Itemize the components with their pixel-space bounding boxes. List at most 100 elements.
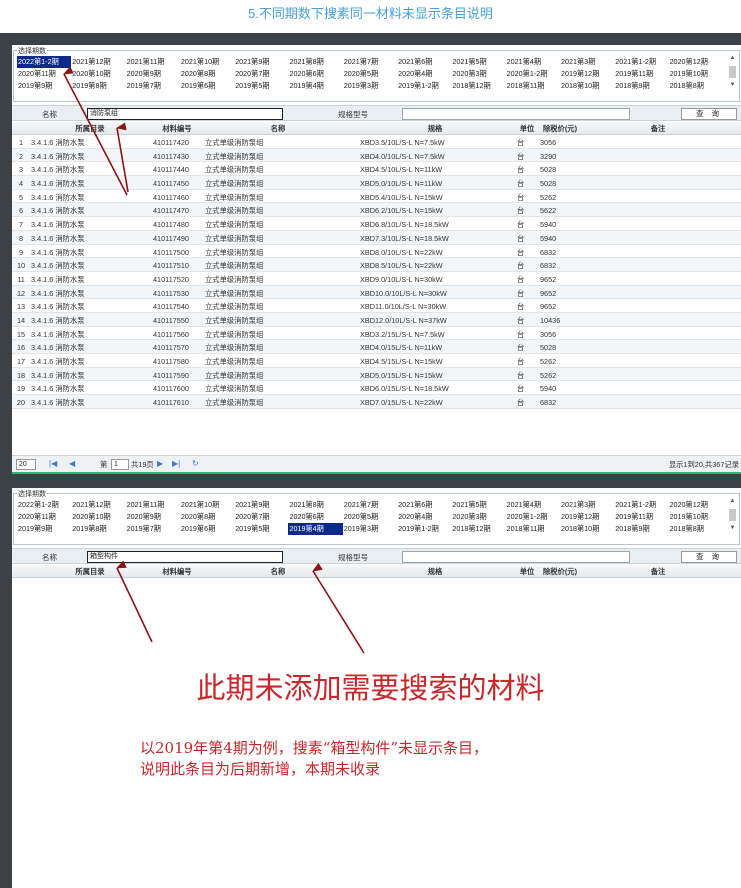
period-option[interactable]: 2022第1-2期 (17, 499, 71, 511)
spec-input[interactable] (402, 551, 630, 563)
period-option[interactable]: 2021第6期 (397, 56, 451, 68)
period-option[interactable]: 2020第8期 (180, 68, 234, 80)
period-option[interactable]: 2020第11期 (17, 511, 71, 523)
col-price-header[interactable]: 除税价(元) (540, 567, 580, 577)
col-name-header[interactable]: 名称 (205, 567, 351, 577)
period-option[interactable]: 2020第7期 (234, 68, 288, 80)
table-row[interactable]: 9 3.4.1.6 消防水泵 410117500 立式单级消防泵组 XBD8.0/10L… (12, 245, 741, 259)
period-option[interactable]: 2021第10期 (180, 56, 234, 68)
table-row[interactable]: 19 3.4.1.6 消防水泵 410117600 立式单级消防泵组 XBD6.0/15… (12, 381, 741, 396)
period-option[interactable]: 2019第5期 (234, 523, 288, 535)
period-option[interactable]: 2020第12期 (669, 56, 723, 68)
period-option[interactable]: 2021第7期 (343, 499, 397, 511)
period-option[interactable]: 2020第3期 (451, 68, 505, 80)
table-row[interactable]: 16 3.4.1.6 消防水泵 410117570 立式单级消防泵组 XBD4.0/15… (12, 340, 741, 354)
search-button[interactable]: 查 询 (681, 551, 737, 563)
period-option[interactable]: 2020第11期 (17, 68, 71, 80)
period-option[interactable]: 2019第4期 (288, 80, 342, 92)
period-option[interactable]: 2019第7期 (126, 80, 180, 92)
period-option[interactable]: 2020第7期 (234, 511, 288, 523)
page-input[interactable]: 1 (111, 459, 129, 470)
period-option[interactable]: 2018第11期 (506, 80, 560, 92)
col-code-header[interactable]: 材料编号 (153, 567, 201, 577)
period-option[interactable]: 2019第8期 (71, 523, 125, 535)
period-option[interactable]: 2021第3期 (560, 499, 614, 511)
period-option[interactable]: 2019第1-2期 (397, 523, 451, 535)
period-option[interactable]: 2021第4期 (506, 56, 560, 68)
period-option[interactable]: 2018第8期 (669, 80, 723, 92)
period-option[interactable]: 2019第11期 (614, 511, 668, 523)
period-option[interactable]: 2019第12期 (560, 511, 614, 523)
period-option[interactable]: 2019第8期 (71, 80, 125, 92)
period-option[interactable]: 2019第4期 (288, 523, 343, 535)
period-option[interactable]: 2020第9期 (126, 68, 180, 80)
period-option[interactable]: 2019第10期 (669, 511, 723, 523)
period-option[interactable]: 2018第10期 (560, 523, 614, 535)
period-option[interactable]: 2021第1-2期 (614, 56, 668, 68)
table-row[interactable]: 18 3.4.1.6 消防水泵 410117590 立式单级消防泵组 XBD5.0/15… (12, 367, 741, 382)
period-option[interactable]: 2019第1-2期 (397, 80, 451, 92)
scroll-thumb[interactable] (729, 509, 736, 521)
period-option[interactable]: 2019第5期 (234, 80, 288, 92)
name-input[interactable]: 消防泵组 (87, 108, 283, 120)
period-option[interactable]: 2019第12期 (560, 68, 614, 80)
table-row[interactable]: 8 3.4.1.6 消防水泵 410117490 立式单级消防泵组 XBD7.3/10L… (12, 230, 741, 245)
period-option[interactable]: 2019第3期 (343, 523, 397, 535)
period-option[interactable]: 2021第8期 (288, 56, 342, 68)
period-option[interactable]: 2020第10期 (71, 68, 125, 80)
table-row[interactable]: 17 3.4.1.6 消防水泵 410117580 立式单级消防泵组 XBD4.5/15… (12, 354, 741, 368)
table-row[interactable]: 15 3.4.1.6 消防水泵 410117560 立式单级消防泵组 XBD3.2/15… (12, 327, 741, 341)
period-option[interactable]: 2021第9期 (234, 56, 288, 68)
period-option[interactable]: 2021第12期 (71, 499, 125, 511)
period-option[interactable]: 2021第5期 (451, 56, 505, 68)
period-option[interactable]: 2022第1-2期 (17, 56, 72, 68)
table-row[interactable]: 3 3.4.1.6 消防水泵 410117440 立式单级消防泵组 XBD4.5/10L… (12, 162, 741, 177)
period-option[interactable]: 2021第1-2期 (614, 499, 668, 511)
table-row[interactable]: 4 3.4.1.6 消防水泵 410117450 立式单级消防泵组 XBD5.0/10L… (12, 176, 741, 190)
period-option[interactable]: 2018第12期 (451, 523, 505, 535)
col-name-header[interactable]: 名称 (205, 124, 351, 134)
col-spec-header[interactable]: 规格 (360, 567, 510, 577)
col-price-header[interactable]: 除税价(元) (540, 124, 580, 134)
page-size-select[interactable]: 20 (16, 459, 36, 470)
period-option[interactable]: 2021第3期 (560, 56, 614, 68)
period-option[interactable]: 2018第8期 (669, 523, 723, 535)
col-category-header[interactable]: 所属目录 (31, 124, 149, 134)
period-option[interactable]: 2021第11期 (126, 56, 180, 68)
period-option[interactable]: 2021第6期 (397, 499, 451, 511)
col-note-header[interactable]: 备注 (583, 567, 733, 577)
period-option[interactable]: 2020第4期 (397, 511, 451, 523)
col-code-header[interactable]: 材料编号 (153, 124, 201, 134)
col-note-header[interactable]: 备注 (583, 124, 733, 134)
scroll-up-icon[interactable]: ▲ (728, 55, 737, 62)
table-row[interactable]: 12 3.4.1.6 消防水泵 410117530 立式单级消防泵组 XBD10.0/1… (12, 285, 741, 300)
table-row[interactable]: 10 3.4.1.6 消防水泵 410117510 立式单级消防泵组 XBD8.5/10… (12, 258, 741, 272)
period-option[interactable]: 2018第11期 (506, 523, 560, 535)
scroll-down-icon[interactable]: ▼ (728, 525, 737, 532)
period-option[interactable]: 2018第9期 (614, 523, 668, 535)
table-row[interactable]: 7 3.4.1.6 消防水泵 410117480 立式单级消防泵组 XBD6.8/10L… (12, 217, 741, 231)
table-row[interactable]: 13 3.4.1.6 消防水泵 410117540 立式单级消防泵组 XBD11.0/1… (12, 299, 741, 313)
period-option[interactable]: 2021第5期 (451, 499, 505, 511)
col-category-header[interactable]: 所属目录 (31, 567, 149, 577)
search-button[interactable]: 查 询 (681, 108, 737, 120)
period-option[interactable]: 2021第11期 (126, 499, 180, 511)
col-spec-header[interactable]: 规格 (360, 124, 510, 134)
period-option[interactable]: 2020第6期 (288, 511, 342, 523)
spec-input[interactable] (402, 108, 630, 120)
period-option[interactable]: 2020第3期 (451, 511, 505, 523)
last-page-icon[interactable]: ▶| (172, 459, 180, 468)
period-option[interactable]: 2020第10期 (71, 511, 125, 523)
period-option[interactable]: 2020第1-2期 (506, 511, 560, 523)
table-row[interactable]: 1 3.4.1.6 消防水泵 410117420 立式单级消防泵组 XBD3.5/10L… (12, 135, 741, 149)
period-option[interactable]: 2020第5期 (343, 511, 397, 523)
period-option[interactable]: 2021第8期 (288, 499, 342, 511)
table-row[interactable]: 14 3.4.1.6 消防水泵 410117550 立式单级消防泵组 XBD12.0/1… (12, 312, 741, 327)
period-option[interactable]: 2019第9期 (17, 523, 71, 535)
period-option[interactable]: 2020第4期 (397, 68, 451, 80)
period-option[interactable]: 2021第10期 (180, 499, 234, 511)
period-option[interactable]: 2019第9期 (17, 80, 71, 92)
refresh-icon[interactable]: ↻ (192, 459, 199, 468)
period-option[interactable]: 2019第6期 (180, 80, 234, 92)
period-option[interactable]: 2020第8期 (180, 511, 234, 523)
